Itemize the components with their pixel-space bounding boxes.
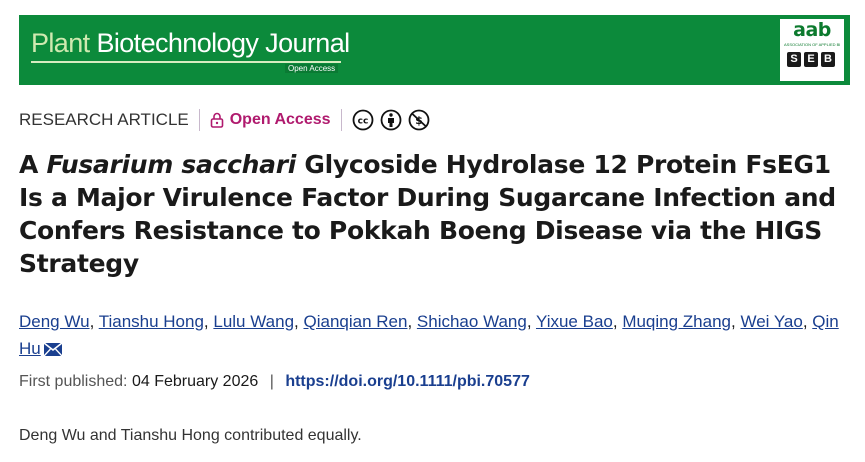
open-access-tag: Open Access [285,64,339,73]
meta-divider [198,109,200,131]
publication-separator: | [269,373,274,390]
seb-letter-s: S [787,52,801,67]
journal-name-first: Plant [31,28,90,58]
lock-icon [210,112,224,128]
author-link[interactable]: Wei Yao [740,312,802,331]
equal-contribution-note: Deng Wu and Tianshu Hong contributed equ… [19,427,362,444]
nc-icon[interactable]: $ [408,109,430,131]
meta-divider-2 [340,109,342,131]
title-italic-species: Fusarium sacchari [46,150,296,179]
license-icons[interactable]: cc $ [352,109,430,131]
journal-banner[interactable]: Plant Biotechnology Journal Open Access … [19,15,850,85]
author-link[interactable]: Yixue Bao [536,312,613,331]
author-list: Deng Wu, Tianshu Hong, Lulu Wang, Qianqi… [19,308,849,365]
publication-info: First published: 04 February 2026 | http… [19,373,530,391]
open-access-label[interactable]: Open Access [230,111,331,129]
author-link[interactable]: Shichao Wang [417,312,527,331]
seb-letter-e: E [804,52,818,67]
author-link[interactable]: Muqing Zhang [622,312,731,331]
seb-logo: S E B [787,52,835,67]
by-icon[interactable] [380,109,402,131]
doi-link[interactable]: https://doi.org/10.1111/pbi.70577 [285,373,530,390]
journal-underline [31,61,341,63]
journal-name-rest: Biotechnology Journal [96,28,350,58]
svg-text:cc: cc [357,117,368,127]
author-link[interactable]: Deng Wu [19,312,90,331]
first-published-label: First published: [19,373,128,390]
article-title: A Fusarium sacchari Glycoside Hydrolase … [19,148,849,280]
journal-name: Plant Biotechnology Journal [31,28,350,59]
title-part-1: A [19,150,47,179]
society-logo[interactable]: aab ASSOCIATION OF APPLIED BIOLOGISTS S … [780,19,844,81]
article-type: RESEARCH ARTICLE [19,110,189,129]
author-link[interactable]: Lulu Wang [213,312,294,331]
aab-logo-subtext: ASSOCIATION OF APPLIED BIOLOGISTS [784,42,840,47]
publication-date: 04 February 2026 [131,373,259,390]
aab-logo-text: aab [793,19,831,41]
email-icon[interactable] [43,338,63,365]
author-link[interactable]: Tianshu Hong [99,312,204,331]
seb-letter-b: B [821,52,835,67]
author-link[interactable]: Qianqian Ren [303,312,407,331]
article-meta-row: RESEARCH ARTICLE Open Access cc $ [19,106,430,134]
cc-icon[interactable]: cc [352,109,374,131]
